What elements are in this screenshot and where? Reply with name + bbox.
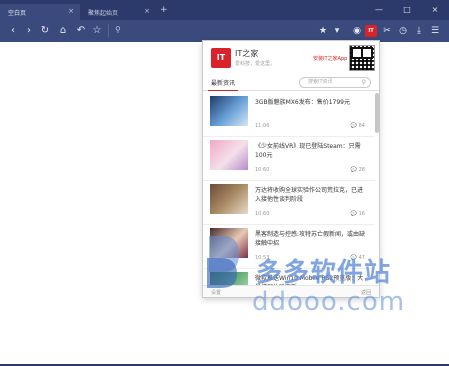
watermark-text: 多多软件站 — [256, 258, 392, 288]
window-controls: — □ × — [365, 0, 449, 18]
watermark-logo-icon — [207, 236, 239, 288]
settings-link[interactable]: 设置 — [211, 289, 221, 296]
tab-label: 聚焦起始页 — [88, 9, 119, 17]
bookmark-star-icon[interactable]: ★ — [316, 23, 330, 39]
install-app-link[interactable]: 安装IT之家App — [313, 55, 347, 62]
refresh-icon[interactable]: ↻ — [38, 23, 52, 39]
forward-icon[interactable]: › — [22, 23, 36, 39]
undo-close-icon[interactable]: ↶ — [74, 23, 88, 39]
news-item[interactable]: 万达将收购全球实验作公司荒拉克，已进入接他性谈判阶段 10:60 💬 16 — [203, 181, 375, 225]
close-window-button[interactable]: × — [421, 0, 449, 18]
news-time: 10:60 — [255, 211, 270, 217]
qr-code — [349, 45, 375, 71]
comment-count-value: 84 — [358, 123, 365, 129]
extension-circle-icon[interactable]: ◉ — [350, 23, 364, 39]
toolbar: ‹ › ↻ ⌂ ↶ ☆ ⚲ ★ ▾ ◉ ✂ ◷ ⤓ ☰ — [0, 20, 449, 42]
title-bar: 空白页 × 聚焦起始页 × + — □ × — [0, 0, 449, 20]
tab-blank-page[interactable]: 空白页 × — [0, 4, 80, 20]
news-title[interactable]: 万达将收购全球实验作公司荒拉克，已进入接他性谈判阶段 — [255, 186, 367, 204]
news-thumbnail — [210, 96, 248, 126]
comment-count: 💬 16 — [350, 211, 365, 217]
home-icon[interactable]: ⌂ — [56, 23, 70, 39]
tab-start-page[interactable]: 聚焦起始页 × — [80, 4, 156, 20]
tab-latest-news[interactable]: 最新资讯 — [208, 78, 239, 91]
scissors-icon[interactable]: ✂ — [380, 23, 394, 39]
search-placeholder: 搜索IT资讯 — [308, 79, 333, 85]
brand-name: IT之家 — [235, 49, 259, 58]
news-title[interactable]: 黑客制造与控感:攻特苏亡假新闻，或由缺接触中招 — [255, 230, 367, 248]
slogan: 爱科技，爱这里。 — [235, 61, 276, 67]
back-icon[interactable]: ‹ — [6, 23, 20, 39]
comment-count-value: 16 — [358, 211, 365, 217]
tab-label: 空白页 — [8, 9, 27, 17]
news-item[interactable]: 3GB版魅族MX6发布：售价1799元 11:06 💬 84 — [203, 93, 375, 137]
ithome-extension-icon[interactable]: IT — [365, 25, 377, 37]
watermark-url: ddooo.com — [252, 287, 406, 317]
search-icon[interactable]: ⚲ — [362, 78, 366, 87]
menu-icon[interactable]: ☰ — [428, 23, 442, 39]
download-icon[interactable]: ⤓ — [412, 23, 426, 39]
new-tab-button[interactable]: + — [160, 5, 168, 15]
news-thumbnail — [210, 140, 248, 170]
news-title[interactable]: 3GB版魅族MX6发布：售价1799元 — [255, 98, 367, 107]
comment-count-value: 28 — [358, 167, 365, 173]
comment-count: 💬 84 — [350, 123, 365, 129]
search-icon: ⚲ — [115, 25, 121, 34]
news-time: 10:60 — [255, 167, 270, 173]
comment-count: 💬 28 — [350, 167, 365, 173]
history-icon[interactable]: ◷ — [396, 23, 410, 39]
maximize-button[interactable]: □ — [393, 0, 421, 18]
news-item[interactable]: 《少女前线VR》现已登陆Steam：只需100元 10:60 💬 28 — [203, 137, 375, 181]
news-thumbnail — [210, 184, 248, 214]
scrollbar[interactable] — [375, 93, 379, 133]
news-time: 11:06 — [255, 123, 270, 129]
dropdown-icon[interactable]: ▾ — [330, 23, 344, 39]
popup-tabs: 最新资讯 搜索IT资讯 ⚲ — [203, 75, 379, 91]
popup-search-input[interactable]: 搜索IT资讯 ⚲ — [299, 77, 371, 88]
close-tab-icon[interactable]: × — [68, 7, 74, 15]
close-tab-icon[interactable]: × — [144, 7, 150, 15]
news-title[interactable]: 《少女前线VR》现已登陆Steam：只需100元 — [255, 142, 367, 160]
popup-header: IT IT之家 爱科技，爱这里。 安装IT之家App — [203, 41, 379, 75]
minimize-button[interactable]: — — [365, 0, 393, 18]
address-bar[interactable]: ⚲ — [108, 24, 348, 38]
favorite-star-icon[interactable]: ☆ — [90, 23, 104, 39]
ithome-logo: IT — [211, 48, 231, 68]
